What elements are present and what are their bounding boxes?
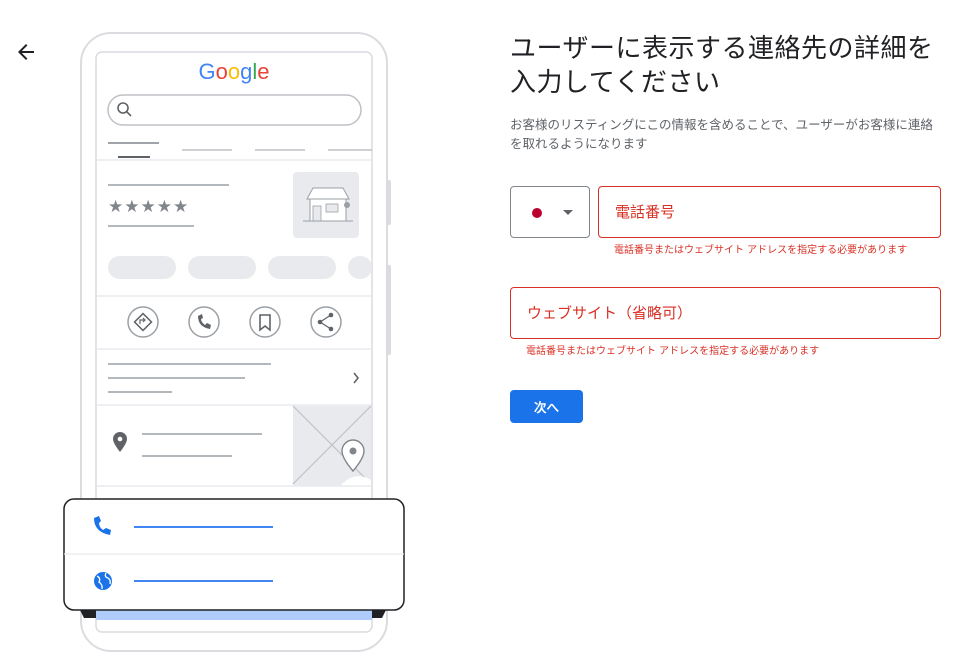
google-logo-letter: G [198,59,215,84]
website-error-message: 電話番号またはウェブサイト アドレスを指定する必要があります [526,346,820,357]
share-icon [310,306,342,338]
phone-icon [188,306,220,338]
country-code-select[interactable] [510,186,590,238]
google-logo-letter: e [257,59,269,84]
next-button[interactable]: 次へ [510,390,583,423]
page-title: ユーザーに表示する連絡先の詳細を入力してください [510,34,934,98]
map-thumbnail [292,405,372,486]
svg-text:Google: Google [198,59,269,84]
globe-icon [94,572,112,590]
phone-number-field[interactable] [598,186,941,238]
contact-card-illustration [63,498,405,620]
search-bar-illustration [107,94,362,126]
business-profile-illustration: Google ★★★★★ [63,32,405,652]
japan-flag-icon [532,208,542,218]
rating-stars: ★★★★★ [108,197,189,217]
page-description: お客様のリスティングにこの情報を含めることで、ユーザーがお客様に連絡を取れるよう… [510,117,933,151]
google-logo: Google [198,59,269,84]
bookmark-icon [249,306,281,338]
phone-error-message: 電話番号またはウェブサイト アドレスを指定する必要があります [614,245,908,256]
directions-icon [127,306,159,338]
dropdown-arrow-icon [563,210,573,215]
website-field[interactable] [510,287,941,339]
phone-number-input[interactable] [599,187,940,237]
google-logo-letter: o [216,59,228,84]
store-icon [303,187,353,222]
google-logo-letter: o [228,59,240,84]
website-input[interactable] [511,288,940,338]
google-logo-letter: g [240,59,252,84]
back-arrow-icon[interactable] [14,40,38,64]
